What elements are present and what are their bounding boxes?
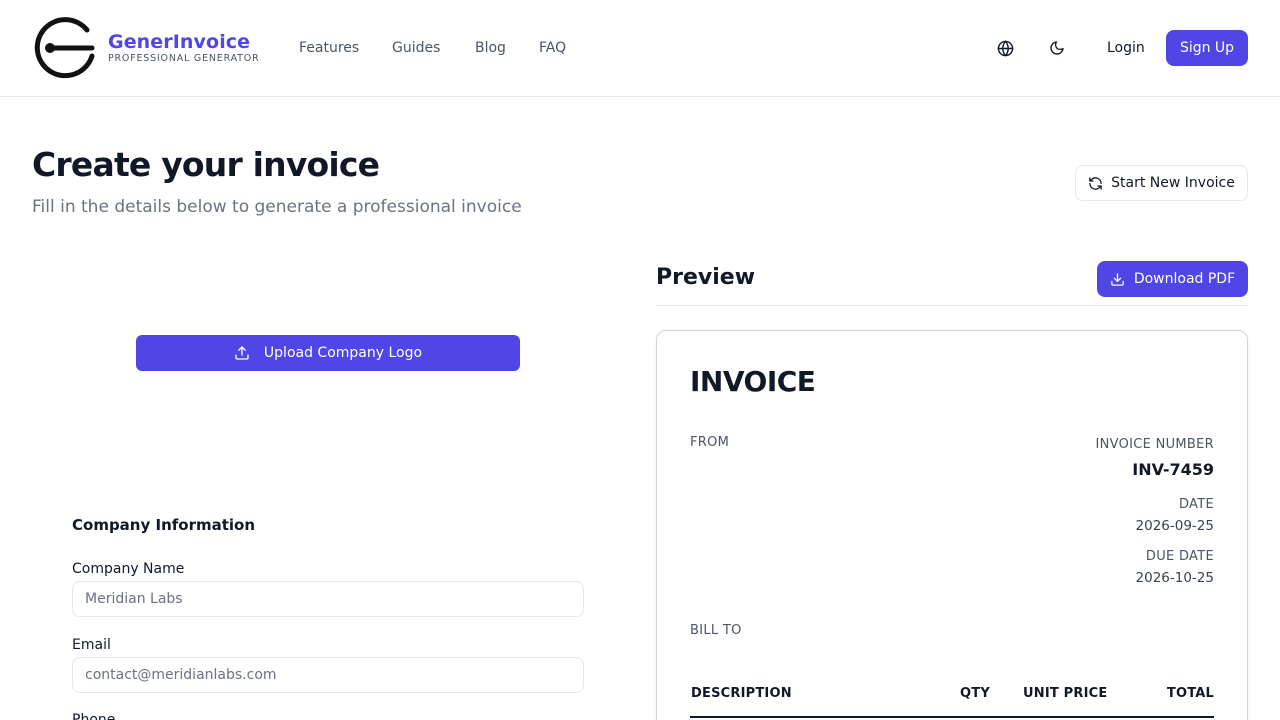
email-label: Email — [72, 637, 111, 653]
nav-features[interactable]: Features — [299, 40, 359, 56]
nav-guides[interactable]: Guides — [392, 40, 440, 56]
phone-label: Phone — [72, 712, 116, 720]
invoice-number-value: INV-7459 — [1132, 460, 1214, 479]
company-name-label: Company Name — [72, 561, 185, 577]
language-button[interactable] — [993, 36, 1017, 60]
column-qty: QTY — [960, 686, 990, 701]
page-subtitle: Fill in the details below to generate a … — [32, 197, 522, 217]
preview-title: Preview — [656, 265, 756, 290]
due-date-value: 2026-10-25 — [1135, 570, 1214, 586]
company-info-title: Company Information — [72, 516, 256, 534]
download-icon — [1111, 272, 1124, 286]
invoice-heading: INVOICE — [690, 365, 816, 398]
brand-name[interactable]: GenerInvoice — [108, 31, 250, 53]
from-label: FROM — [690, 435, 730, 450]
invoice-number-label: INVOICE NUMBER — [1095, 437, 1214, 452]
login-link[interactable]: Login — [1107, 40, 1145, 56]
start-new-invoice-label: Start New Invoice — [1111, 175, 1235, 191]
column-unit-price: UNIT PRICE — [1023, 686, 1108, 701]
download-pdf-button[interactable]: Download PDF — [1097, 261, 1248, 297]
brand-tagline: PROFESSIONAL GENERATOR — [108, 53, 260, 64]
theme-toggle-button[interactable] — [1045, 36, 1069, 60]
company-name-input[interactable] — [72, 581, 584, 617]
column-description: DESCRIPTION — [691, 686, 792, 701]
column-total: TOTAL — [1166, 686, 1214, 701]
date-label: DATE — [1178, 497, 1214, 512]
nav-faq[interactable]: FAQ — [539, 40, 566, 56]
download-pdf-label: Download PDF — [1133, 271, 1236, 287]
globe-icon — [997, 39, 1013, 57]
upload-logo-button[interactable]: Upload Company Logo — [136, 335, 520, 371]
moon-icon — [1050, 41, 1064, 55]
email-input[interactable] — [72, 657, 584, 693]
signup-button[interactable]: Sign Up — [1166, 30, 1248, 66]
refresh-icon — [1089, 176, 1102, 190]
start-new-invoice-button[interactable]: Start New Invoice — [1075, 165, 1248, 201]
bill-to-label: BILL TO — [690, 623, 742, 638]
upload-logo-label: Upload Company Logo — [263, 345, 423, 361]
upload-icon — [235, 346, 249, 360]
page-title: Create your invoice — [32, 145, 380, 184]
nav-blog[interactable]: Blog — [475, 40, 506, 56]
invoice-preview-card: INVOICE FROM INVOICE NUMBER INV-7459 DAT… — [656, 330, 1248, 720]
logo-icon[interactable] — [32, 16, 96, 80]
site-header: GenerInvoice PROFESSIONAL GENERATOR Feat… — [0, 0, 1280, 97]
preview-divider — [656, 305, 1248, 306]
table-header-rule — [690, 716, 1214, 718]
date-value: 2026-09-25 — [1135, 518, 1214, 534]
due-date-label: DUE DATE — [1145, 549, 1214, 564]
